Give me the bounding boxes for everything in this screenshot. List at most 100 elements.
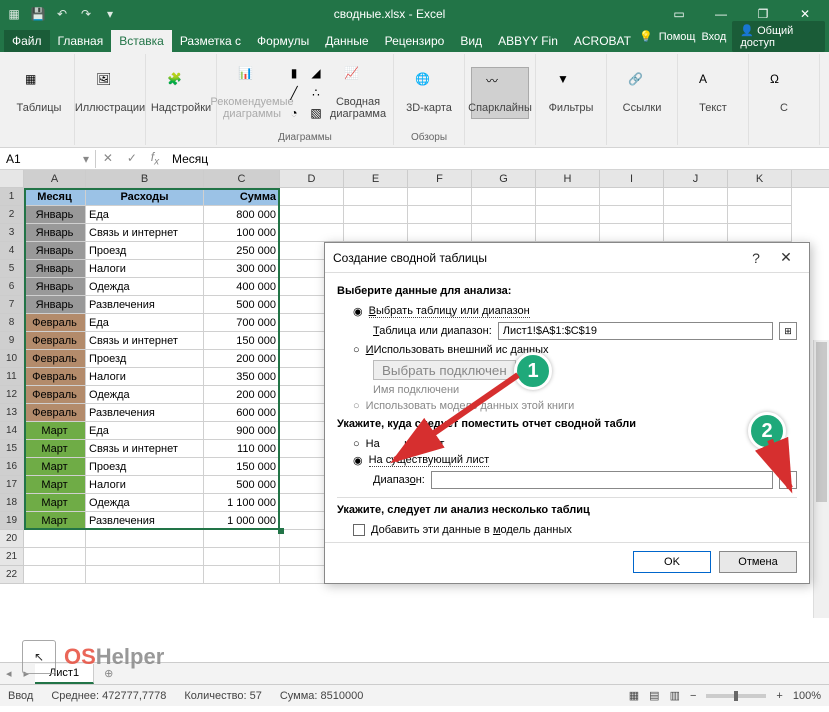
- cursor-icon: ↖: [22, 640, 56, 674]
- col-header-b[interactable]: B: [86, 170, 204, 187]
- 3dmap-button[interactable]: 🌐3D-карта: [400, 72, 458, 114]
- zoom-in-icon[interactable]: +: [776, 690, 782, 702]
- tab-review[interactable]: Рецензиро: [377, 30, 453, 52]
- radio-unchecked-icon: ○: [353, 438, 360, 450]
- select-all-corner[interactable]: [0, 170, 24, 187]
- tables-button[interactable]: ▦Таблицы: [10, 72, 68, 114]
- name-box-value: A1: [6, 152, 21, 166]
- status-avg: Среднее: 472777,7778: [51, 690, 166, 702]
- range-ref-icon[interactable]: ⊞: [779, 322, 797, 340]
- radio-new-sheet[interactable]: ○ На ый лист: [337, 436, 797, 452]
- dialog-close-icon[interactable]: ✕: [771, 249, 801, 266]
- range-input[interactable]: [498, 322, 773, 340]
- tab-data[interactable]: Данные: [317, 30, 376, 52]
- view-layout-icon[interactable]: ▤: [649, 689, 659, 702]
- formula-bar-icons: ✕ ✓ fx: [96, 150, 166, 167]
- location-input[interactable]: [431, 471, 773, 489]
- view-normal-icon[interactable]: ▦: [629, 689, 639, 702]
- group-charts: 📊Рекомендуемые диаграммы ▮ ╱ ◔ ◢ ∴ ▧ 📈Сводна…: [217, 54, 394, 145]
- col-header-j[interactable]: J: [664, 170, 728, 187]
- cancel-button[interactable]: Отмена: [719, 551, 797, 573]
- illustrations-button[interactable]: 🖼Иллюстрации: [81, 72, 139, 114]
- pie-chart-icon[interactable]: ◔: [285, 104, 303, 122]
- watermark: ↖ OSHelper: [22, 640, 164, 674]
- col-header-d[interactable]: D: [280, 170, 344, 187]
- col-header-f[interactable]: F: [408, 170, 472, 187]
- pictures-icon: 🖼: [96, 72, 124, 100]
- surface-chart-icon[interactable]: ▧: [307, 104, 325, 122]
- enter-icon[interactable]: ✓: [127, 151, 137, 165]
- cancel-icon[interactable]: ✕: [103, 151, 113, 165]
- links-button[interactable]: 🔗Ссылки: [613, 72, 671, 114]
- recommended-charts-button[interactable]: 📊Рекомендуемые диаграммы: [223, 66, 281, 120]
- addins-button[interactable]: 🧩Надстройки: [152, 72, 210, 114]
- tell-me[interactable]: Помощ: [659, 31, 696, 43]
- vertical-scrollbar[interactable]: [813, 340, 829, 618]
- text-label: Текст: [699, 102, 727, 114]
- redo-icon[interactable]: ↷: [76, 4, 96, 24]
- tab-nav-prev-icon[interactable]: ◂: [0, 667, 18, 680]
- tab-formulas[interactable]: Формулы: [249, 30, 317, 52]
- text-icon: A: [699, 72, 727, 100]
- area-chart-icon[interactable]: ◢: [307, 64, 325, 82]
- pivot-chart-button[interactable]: 📈Сводная диаграмма: [329, 66, 387, 120]
- tab-insert[interactable]: Вставка: [111, 30, 172, 52]
- location-ref-icon[interactable]: ⊞: [779, 471, 797, 489]
- tab-file[interactable]: Файл: [4, 30, 50, 52]
- formula-bar[interactable]: Месяц: [166, 150, 829, 168]
- tab-view[interactable]: Вид: [452, 30, 490, 52]
- scatter-chart-icon[interactable]: ∴: [307, 84, 325, 102]
- col-header-h[interactable]: H: [536, 170, 600, 187]
- illustrations-label: Иллюстрации: [75, 102, 145, 114]
- pivot-chart-icon: 📈: [344, 66, 372, 94]
- group-text: A Текст: [678, 54, 749, 145]
- dialog-title: Создание сводной таблицы: [333, 251, 741, 265]
- ok-button[interactable]: OK: [633, 551, 711, 573]
- tab-abbyy[interactable]: ABBYY Fin: [490, 30, 566, 52]
- help-icon[interactable]: ?: [741, 250, 771, 266]
- symbol-icon: Ω: [770, 72, 798, 100]
- undo-icon[interactable]: ↶: [52, 4, 72, 24]
- sign-in[interactable]: Вход: [701, 31, 726, 43]
- col-header-g[interactable]: G: [472, 170, 536, 187]
- tab-layout[interactable]: Разметка с: [172, 30, 249, 52]
- map3d-icon: 🌐: [415, 72, 443, 100]
- choose-connection-button: Выбрать подключен: [373, 360, 516, 380]
- view-pagebreak-icon[interactable]: ▥: [670, 689, 680, 702]
- col-header-c[interactable]: C: [204, 170, 280, 187]
- radio-select-range[interactable]: ◉ Выбрать таблицу или диапазон: [337, 303, 797, 320]
- save-icon[interactable]: 💾: [28, 4, 48, 24]
- symbols-button[interactable]: ΩС: [755, 72, 813, 114]
- filters-button[interactable]: ▼Фильтры: [542, 72, 600, 114]
- text-button[interactable]: A Текст: [684, 72, 742, 114]
- chart-type-buttons: ▮ ╱ ◔: [285, 64, 303, 122]
- col-header-k[interactable]: K: [728, 170, 792, 187]
- zoom-level[interactable]: 100%: [793, 690, 821, 702]
- tab-home[interactable]: Главная: [50, 30, 112, 52]
- col-header-e[interactable]: E: [344, 170, 408, 187]
- col-header-a[interactable]: A: [24, 170, 86, 187]
- add-to-model-check[interactable]: Добавить эти данные в модель данных: [337, 522, 797, 538]
- add-to-model-label: Добавить эти данные в модель данных: [371, 524, 572, 536]
- radio-external[interactable]: ○ ИИспользовать внешний ис данных: [337, 342, 797, 358]
- fill-handle[interactable]: [278, 528, 284, 534]
- zoom-slider[interactable]: [706, 694, 766, 698]
- share-button[interactable]: 👤 Общий доступ: [732, 21, 825, 52]
- quick-access-toolbar: ▦ 💾 ↶ ↷ ▾: [4, 4, 120, 24]
- line-chart-icon[interactable]: ╱: [285, 84, 303, 102]
- fx-icon[interactable]: fx: [151, 150, 159, 167]
- charts-caption: Диаграммы: [278, 132, 332, 143]
- zoom-out-icon[interactable]: −: [690, 690, 696, 702]
- name-box[interactable]: A1▾: [0, 150, 96, 168]
- sparklines-button[interactable]: 〰Спарклайны: [471, 67, 529, 119]
- radio-existing-sheet[interactable]: ◉ На существующий лист: [337, 452, 797, 469]
- radio-existing-sheet-label: На существующий лист: [369, 454, 490, 467]
- bar-chart-icon[interactable]: ▮: [285, 64, 303, 82]
- person-icon: 👤: [740, 25, 754, 37]
- callout-2: 2: [748, 412, 786, 450]
- qat-more-icon[interactable]: ▾: [100, 4, 120, 24]
- chart-type-buttons2: ◢ ∴ ▧: [307, 64, 325, 122]
- sparkline-icon: 〰: [486, 72, 514, 100]
- col-header-i[interactable]: I: [600, 170, 664, 187]
- tab-acrobat[interactable]: ACROBAT: [566, 30, 639, 52]
